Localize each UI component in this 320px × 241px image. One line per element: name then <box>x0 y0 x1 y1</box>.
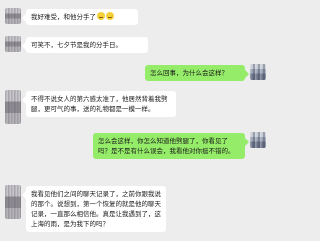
user-avatar[interactable] <box>250 64 266 80</box>
message-bubble[interactable]: 我好难受，和他分手了 <box>22 9 138 25</box>
message-bubble[interactable]: 我看见他们之间的聊天记录了，之前你跟我说的那个。说想到，第一个恢复的就是他的聊天… <box>22 186 166 232</box>
message-row: 不得不说女人的第六感太准了，他居然背着我劈腿，更可气的事，送的礼物都是一模一样。 <box>0 88 271 128</box>
contact-avatar[interactable] <box>5 8 21 24</box>
crying-face-emoji-icon <box>106 12 114 20</box>
message-row: 我看见他们之间的聊天记录了，之前你跟我说的那个。说想到，第一个恢复的就是他的聊天… <box>0 183 271 239</box>
user-avatar[interactable] <box>250 132 266 148</box>
message-text: 怎么会这样，你怎么知道他劈腿了，你看见了吗？是不是有什么误会，我看他对你挺不错的… <box>98 137 235 155</box>
message-row: 怎么回事，为什么会这样？ <box>0 62 271 84</box>
message-bubble[interactable]: 怎么回事，为什么会这样？ <box>145 65 249 81</box>
message-text: 不得不说女人的第六感太准了，他居然背着我劈腿，更可气的事，送的礼物都是一模一样。 <box>31 95 168 113</box>
message-row: 我好难受，和他分手了 <box>0 6 271 28</box>
contact-avatar[interactable] <box>5 185 21 219</box>
message-row: 怎么会这样，你怎么知道他劈腿了，你看见了吗？是不是有什么误会，我看他对你挺不错的… <box>0 130 271 174</box>
message-text: 我好难受，和他分手了 <box>31 13 96 21</box>
message-bubble[interactable]: 不得不说女人的第六感太准了，他居然背着我劈腿，更可气的事，送的礼物都是一模一样。 <box>22 91 176 117</box>
chat-window: 我好难受，和他分手了 可笑不，七夕节是我的分手日。 怎么回事，为什么会这样？ 不… <box>0 0 271 241</box>
contact-avatar[interactable] <box>5 90 21 124</box>
message-row: 可笑不，七夕节是我的分手日。 <box>0 34 271 56</box>
message-bubble[interactable]: 可笑不，七夕节是我的分手日。 <box>22 37 148 53</box>
message-bubble[interactable]: 怎么会这样，你怎么知道他劈腿了，你看见了吗？是不是有什么误会，我看他对你挺不错的… <box>93 133 249 159</box>
message-text: 可笑不，七夕节是我的分手日。 <box>31 41 122 49</box>
message-text: 我看见他们之间的聊天记录了，之前你跟我说的那个。说想到，第一个恢复的就是他的聊天… <box>31 190 161 228</box>
message-text: 怎么回事，为什么会这样？ <box>150 69 228 77</box>
contact-avatar[interactable] <box>5 36 21 52</box>
crying-face-emoji-icon <box>97 12 105 20</box>
